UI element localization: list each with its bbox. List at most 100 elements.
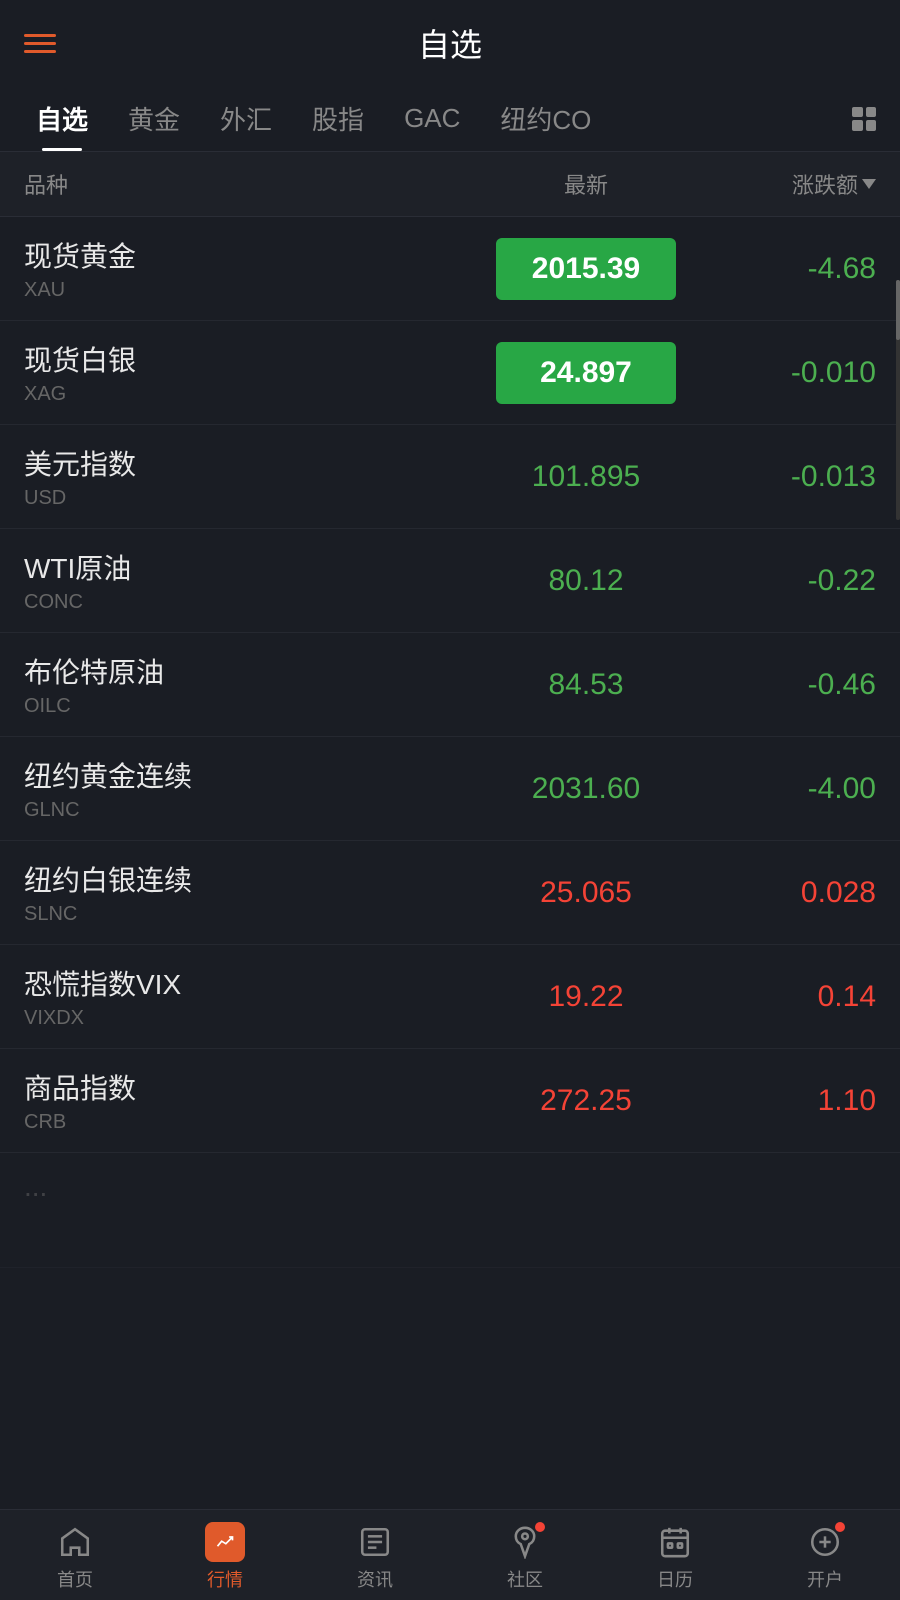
table-row[interactable]: ... xyxy=(0,1153,900,1268)
instrument-name: WTI原油 xyxy=(24,547,476,587)
instrument-code: CONC xyxy=(24,591,476,614)
instrument-code: CRB xyxy=(24,1111,476,1134)
price-value: 2031.60 xyxy=(532,772,640,805)
tab-huangjin[interactable]: 黄金 xyxy=(108,86,200,151)
nav-calendar-label: 日历 xyxy=(657,1566,693,1592)
instrument-name: 美元指数 xyxy=(24,443,476,483)
header: 自选 xyxy=(0,0,900,86)
row-price-col: 80.12 xyxy=(476,564,696,598)
nav-market-label: 行情 xyxy=(207,1566,243,1592)
table-row[interactable]: 纽约黄金连续 GLNC 2031.60 -4.00 xyxy=(0,737,900,841)
price-value: 19.22 xyxy=(548,980,623,1013)
row-name-col: 纽约黄金连续 GLNC xyxy=(24,755,476,822)
tab-waihui[interactable]: 外汇 xyxy=(200,86,292,151)
row-price-col: 272.25 xyxy=(476,1084,696,1118)
price-value: 101.895 xyxy=(532,460,640,493)
row-price-col: 2015.39 xyxy=(476,238,696,300)
change-value: -4.00 xyxy=(808,772,876,805)
price-value: 80.12 xyxy=(548,564,623,597)
table-header: 品种 最新 涨跌额 xyxy=(0,152,900,217)
table-row[interactable]: 现货黄金 XAU 2015.39 -4.68 xyxy=(0,217,900,321)
row-price-col: 24.897 xyxy=(476,342,696,404)
table-row[interactable]: 美元指数 USD 101.895 -0.013 xyxy=(0,425,900,529)
table-row[interactable]: 布伦特原油 OILC 84.53 -0.46 xyxy=(0,633,900,737)
change-value: 1.10 xyxy=(818,1084,876,1117)
nav-community[interactable]: 社区 xyxy=(450,1522,600,1592)
tab-zixi[interactable]: 自选 xyxy=(16,86,108,151)
row-name-col: 布伦特原油 OILC xyxy=(24,651,476,718)
row-name-col: ... xyxy=(24,1171,876,1207)
tab-bar: 自选 黄金 外汇 股指 GAC 纽约CO xyxy=(0,86,900,152)
nav-home-label: 首页 xyxy=(57,1566,93,1592)
instrument-code: XAU xyxy=(24,279,476,302)
change-value: -0.010 xyxy=(791,356,876,389)
change-value: 0.028 xyxy=(801,876,876,909)
instrument-name: ... xyxy=(24,1171,876,1203)
instrument-name: 纽约黄金连续 xyxy=(24,755,476,795)
row-name-col: 恐慌指数VIX VIXDX xyxy=(24,963,476,1030)
nav-open-account[interactable]: 开户 xyxy=(750,1522,900,1592)
price-value: 84.53 xyxy=(548,668,623,701)
news-icon xyxy=(355,1522,395,1562)
chart-icon xyxy=(205,1522,245,1562)
nav-open-account-label: 开户 xyxy=(807,1566,843,1592)
change-value: -4.68 xyxy=(808,252,876,285)
scroll-thumb[interactable] xyxy=(896,280,900,340)
change-value: -0.013 xyxy=(791,460,876,493)
row-price-col: 19.22 xyxy=(476,980,696,1014)
row-price-col: 84.53 xyxy=(476,668,696,702)
instrument-name: 恐慌指数VIX xyxy=(24,963,476,1003)
table-row[interactable]: 现货白银 XAG 24.897 -0.010 xyxy=(0,321,900,425)
bottom-nav: 首页 行情 资讯 xyxy=(0,1509,900,1600)
change-value: -0.46 xyxy=(808,668,876,701)
open-account-badge xyxy=(835,1522,845,1532)
instrument-name: 布伦特原油 xyxy=(24,651,476,691)
col-change-header: 涨跌额 xyxy=(696,168,876,200)
tab-guzhi[interactable]: 股指 xyxy=(292,86,384,151)
scrollbar[interactable] xyxy=(896,280,900,520)
nav-news[interactable]: 资讯 xyxy=(300,1522,450,1592)
table-row[interactable]: WTI原油 CONC 80.12 -0.22 xyxy=(0,529,900,633)
row-change-col: -0.010 xyxy=(696,356,876,390)
instrument-code: XAG xyxy=(24,383,476,406)
tab-gac[interactable]: GAC xyxy=(384,89,480,148)
calendar-icon xyxy=(655,1522,695,1562)
price-value: 2015.39 xyxy=(496,238,676,300)
row-name-col: 美元指数 USD xyxy=(24,443,476,510)
row-price-col: 101.895 xyxy=(476,460,696,494)
sort-arrow-icon xyxy=(862,179,876,189)
instrument-name: 纽约白银连续 xyxy=(24,859,476,899)
row-price-col: 2031.60 xyxy=(476,772,696,806)
change-value: 0.14 xyxy=(818,980,876,1013)
row-change-col: 0.028 xyxy=(696,876,876,910)
table-row[interactable]: 恐慌指数VIX VIXDX 19.22 0.14 xyxy=(0,945,900,1049)
home-icon xyxy=(55,1522,95,1562)
nav-news-label: 资讯 xyxy=(357,1566,393,1592)
nav-market[interactable]: 行情 xyxy=(150,1522,300,1592)
nav-home[interactable]: 首页 xyxy=(0,1522,150,1592)
grid-view-button[interactable] xyxy=(844,99,884,139)
price-value: 24.897 xyxy=(496,342,676,404)
instrument-code: GLNC xyxy=(24,799,476,822)
add-account-icon xyxy=(805,1522,845,1562)
instrument-code: USD xyxy=(24,487,476,510)
instrument-code: SLNC xyxy=(24,903,476,926)
tab-niuyue[interactable]: 纽约CO xyxy=(480,86,611,151)
col-name-header: 品种 xyxy=(24,168,476,200)
instrument-code: OILC xyxy=(24,695,476,718)
nav-calendar[interactable]: 日历 xyxy=(600,1522,750,1592)
row-name-col: 现货白银 XAG xyxy=(24,339,476,406)
price-value: 272.25 xyxy=(540,1084,632,1117)
row-name-col: WTI原油 CONC xyxy=(24,547,476,614)
table-row[interactable]: 商品指数 CRB 272.25 1.10 xyxy=(0,1049,900,1153)
market-list: 现货黄金 XAU 2015.39 -4.68 现货白银 XAG 24.897 -… xyxy=(0,217,900,1268)
row-change-col: 0.14 xyxy=(696,980,876,1014)
row-price-col: 25.065 xyxy=(476,876,696,910)
row-change-col: -4.68 xyxy=(696,252,876,286)
row-change-col: -4.00 xyxy=(696,772,876,806)
table-row[interactable]: 纽约白银连续 SLNC 25.065 0.028 xyxy=(0,841,900,945)
price-value: 25.065 xyxy=(540,876,632,909)
menu-button[interactable] xyxy=(24,34,56,53)
row-change-col: -0.013 xyxy=(696,460,876,494)
row-name-col: 纽约白银连续 SLNC xyxy=(24,859,476,926)
